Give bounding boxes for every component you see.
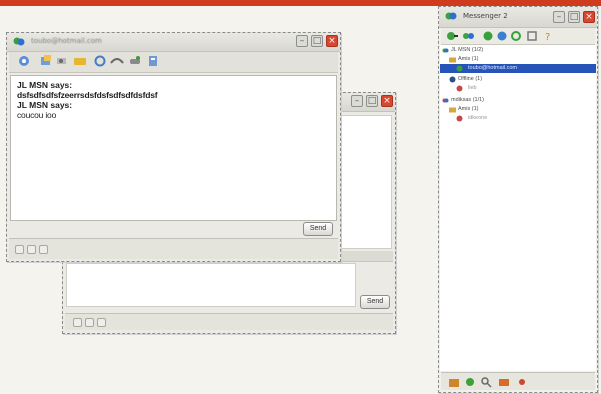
group-label: mdiksas (1/1) [451,97,485,103]
chat-front-statusbar [9,238,338,259]
maximize-button[interactable]: □ [311,35,323,47]
group-icon [442,98,449,103]
minimize-button[interactable]: – [296,35,308,47]
contact-item[interactable]: lieb [440,84,596,93]
maximize-button[interactable]: □ [568,11,580,23]
chat-front-toolbar [9,52,338,73]
message-text: dsfsdfsdfsfzeerrsdsfdsfsdfsdfdsfdsf [17,90,158,100]
add-group-icon[interactable] [461,30,475,42]
invite-icon[interactable] [17,55,31,67]
close-button[interactable]: × [583,11,595,23]
contact-subgroup[interactable]: Amis (1) [440,55,596,64]
chat-contact-title: toubo@hotmail.com [31,37,102,45]
send-button[interactable]: Send [303,222,333,236]
add-contact-icon[interactable] [445,30,459,42]
group-icon [442,48,449,53]
chat-front-titlebar[interactable]: toubo@hotmail.com – □ × [7,33,340,52]
home-icon[interactable] [447,376,461,388]
help-icon[interactable]: ? [541,30,555,42]
block-contact-icon[interactable] [146,55,160,67]
offline-group-icon [449,76,456,83]
messenger-window: Messenger 2 – □ × ? JL MSN (1/2) Amis (1… [438,6,598,393]
minimize-button[interactable]: – [351,95,363,107]
folder-icon [449,107,456,113]
minimize-button[interactable]: – [553,11,565,23]
search-icon[interactable] [479,376,493,388]
contact-subgroup[interactable]: Amis (1) [440,105,596,114]
webcam-icon[interactable] [55,55,69,67]
chat-back-compose-input[interactable] [66,263,356,307]
contact-group[interactable]: JL MSN (1/2) [440,46,596,55]
contact-online-icon [456,65,463,72]
send-button[interactable]: Send [360,295,390,309]
message-sender: JL MSN says: [17,100,73,110]
chat-window-front: toubo@hotmail.com – □ × JL MSN says: dsf… [6,32,341,262]
chat-back-statusbar [65,313,393,330]
messenger-statusbar [441,372,595,390]
status-online-icon[interactable] [481,30,495,42]
nudge-icon[interactable] [97,318,106,327]
emoticon-icon[interactable] [15,245,24,254]
contact-offline-icon [456,115,463,122]
options-icon[interactable] [515,376,529,388]
maximize-button[interactable]: □ [366,95,378,107]
voice-clip-icon[interactable] [110,55,124,67]
message-sender: JL MSN says: [17,80,73,90]
settings-icon[interactable] [525,30,539,42]
online-status-icon[interactable] [463,376,477,388]
contact-label: toubo@hotmail.com [468,65,517,71]
folder-icon [449,57,456,63]
subgroup-label: Amis (1) [458,106,479,112]
subgroup-label: Amis (1) [458,56,479,62]
activities-icon[interactable] [93,55,107,67]
emoticon-icon[interactable] [73,318,82,327]
contact-offline-icon [456,85,463,92]
contact-subgroup[interactable]: Offline (1) [440,75,596,84]
message-text: coucou ioo [17,110,57,120]
messenger-toolbar: ? [441,28,595,45]
contact-group[interactable]: mdiksas (1/1) [440,96,596,105]
messenger-app-icon [13,37,25,46]
sharing-folder-icon[interactable] [73,55,87,67]
nudge-icon[interactable] [39,245,48,254]
contact-item-selected[interactable]: toubo@hotmail.com [440,64,596,73]
messenger-title: Messenger 2 [463,12,508,20]
refresh-icon[interactable] [509,30,523,42]
group-label: JL MSN (1/2) [451,47,484,53]
wink-icon[interactable] [27,245,36,254]
contact-list: JL MSN (1/2) Amis (1) toubo@hotmail.com … [440,45,596,371]
contact-label: lieb [468,85,477,91]
games-icon[interactable] [128,55,142,67]
status-away-icon[interactable] [495,30,509,42]
svg-text:?: ? [545,32,550,42]
mail-icon[interactable] [497,376,511,388]
messenger-titlebar[interactable]: Messenger 2 – □ × [439,7,597,28]
wink-icon[interactable] [85,318,94,327]
contact-item[interactable]: idkeone [440,114,596,123]
subgroup-label: Offline (1) [458,76,483,82]
messenger-app-icon [445,12,457,20]
send-file-icon[interactable] [39,55,53,67]
chat-history: JL MSN says: dsfsdfsdfsfzeerrsdsfdsfsdfs… [10,75,337,221]
close-button[interactable]: × [326,35,338,47]
close-button[interactable]: × [381,95,393,107]
contact-label: idkeone [468,115,488,121]
